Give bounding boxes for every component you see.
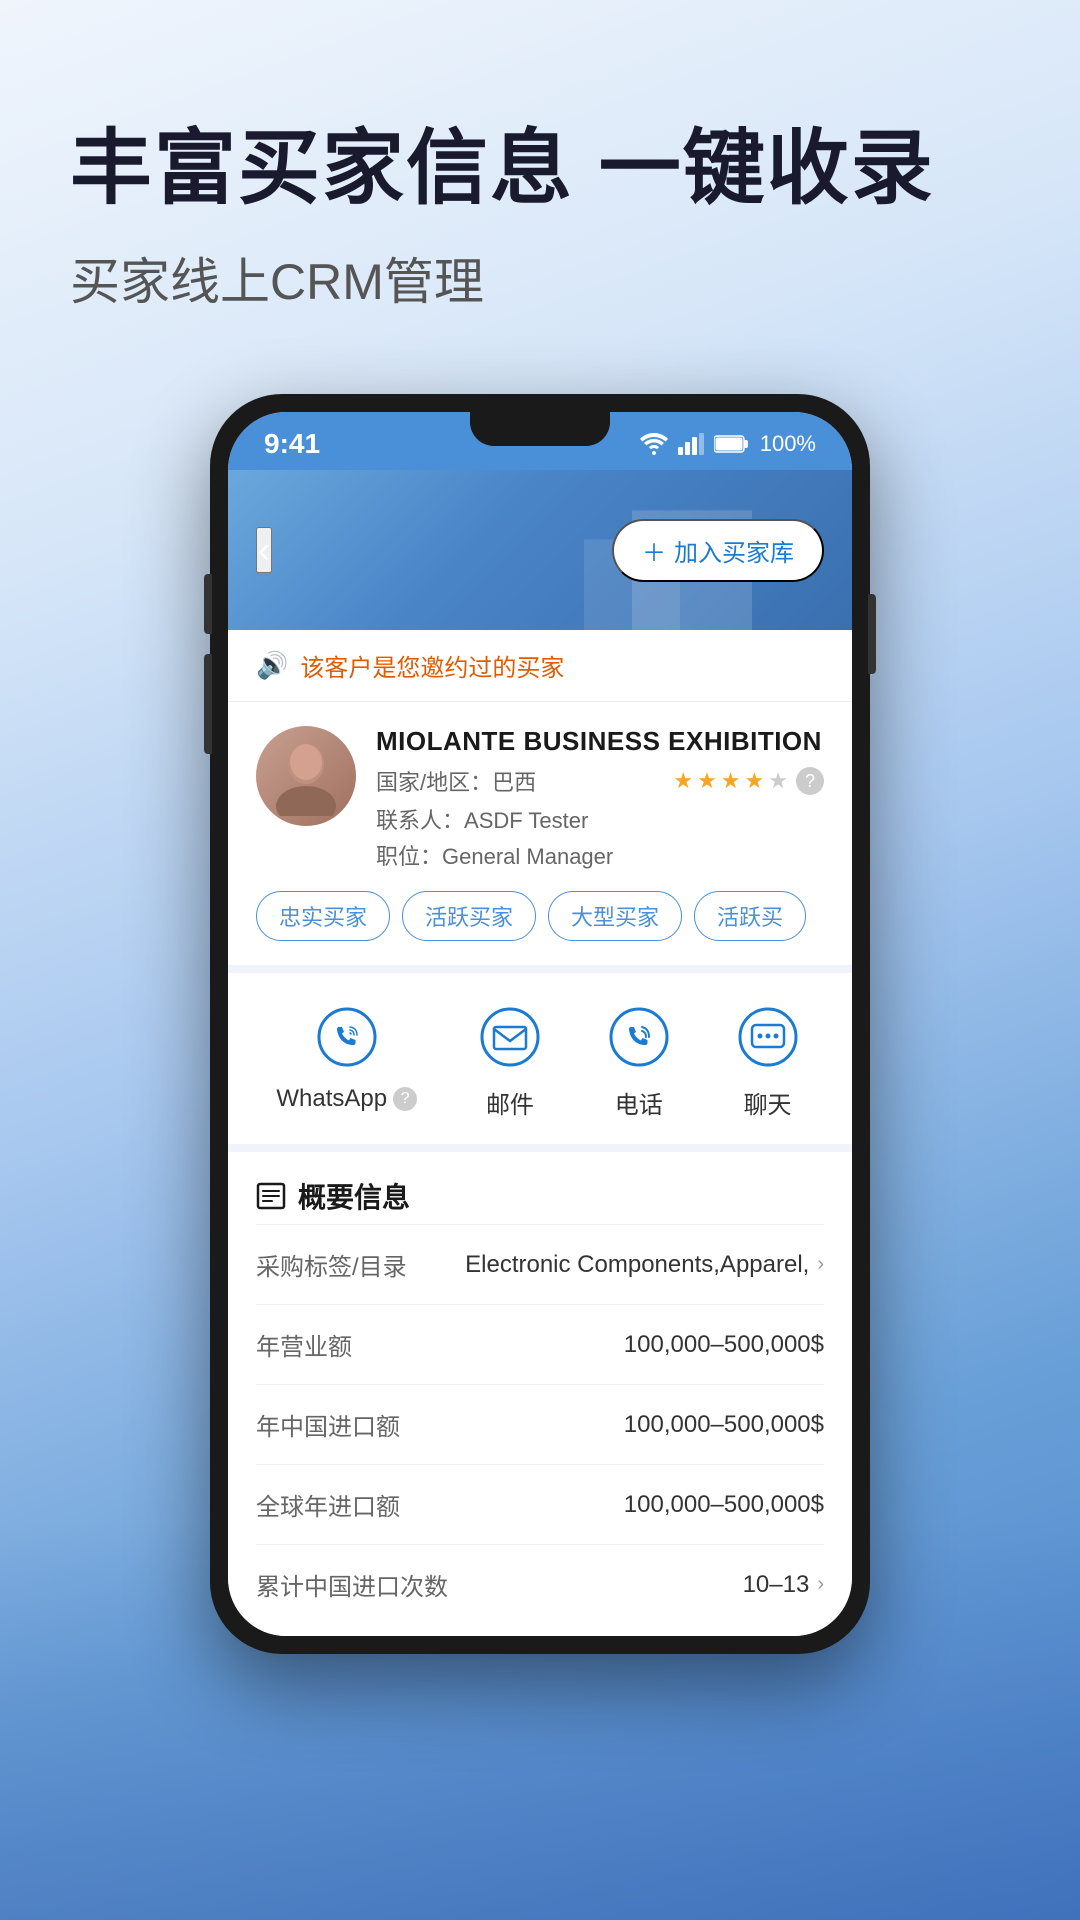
hero-title: 丰富买家信息 一键收录 [70, 120, 1010, 218]
phone-container: 9:41 [0, 394, 1080, 1654]
hero-subtitle: 买家线上CRM管理 [70, 242, 1010, 314]
import-count-value-text: 10–13 [743, 1571, 810, 1599]
phone-power-button [868, 594, 876, 674]
email-action-button[interactable]: 邮件 [474, 1001, 546, 1120]
revenue-label: 年营业额 [256, 1327, 352, 1362]
phone-label-text: 电话 [615, 1085, 663, 1120]
info-row-category[interactable]: 采购标签/目录 Electronic Components,Apparel, › [256, 1224, 824, 1304]
back-button[interactable]: ‹ [256, 527, 272, 573]
info-row-china-import: 年中国进口额 100,000–500,000$ [256, 1384, 824, 1464]
global-import-value: 100,000–500,000$ [624, 1491, 824, 1519]
global-import-label: 全球年进口额 [256, 1487, 400, 1522]
phone-volume-up-button [204, 574, 212, 634]
phone-label: 电话 [615, 1085, 663, 1120]
phone-notch [470, 412, 610, 446]
signal-icon [678, 433, 704, 455]
info-row-import-count[interactable]: 累计中国进口次数 10–13 › [256, 1544, 824, 1624]
info-section-title: 概要信息 [256, 1176, 824, 1216]
add-to-buyer-library-button[interactable]: ＋ 加入买家库 [612, 519, 824, 582]
category-value: Electronic Components,Apparel, › [465, 1251, 824, 1279]
stars-row: ★ ★ ★ ★ ★ ? [673, 767, 824, 795]
country-row: 国家/地区：巴西 ★ ★ ★ ★ ★ ? [376, 765, 824, 797]
alert-speaker-icon: 🔊 [256, 650, 288, 681]
info-row-global-import: 全球年进口额 100,000–500,000$ [256, 1464, 824, 1544]
chat-label: 聊天 [744, 1085, 792, 1120]
action-bar: WhatsApp ? 邮件 [228, 973, 852, 1152]
status-time: 9:41 [264, 428, 320, 460]
chat-icon [732, 1001, 804, 1073]
info-section: 概要信息 采购标签/目录 Electronic Components,Appar… [228, 1152, 852, 1636]
contact-text: 联系人：ASDF Tester [376, 803, 824, 835]
country-text: 国家/地区：巴西 [376, 765, 536, 797]
wifi-icon [640, 433, 668, 455]
category-label: 采购标签/目录 [256, 1247, 407, 1282]
chat-label-text: 聊天 [744, 1085, 792, 1120]
tag-large: 大型买家 [548, 891, 682, 941]
add-button-label: 加入买家库 [674, 533, 794, 568]
position-label: 职位： [376, 844, 442, 869]
info-row-revenue: 年营业额 100,000–500,000$ [256, 1304, 824, 1384]
country-label: 国家/地区： [376, 770, 492, 795]
china-import-value: 100,000–500,000$ [624, 1411, 824, 1439]
star-4: ★ [745, 768, 765, 794]
email-label-text: 邮件 [486, 1085, 534, 1120]
whatsapp-label: WhatsApp ? [276, 1085, 417, 1113]
email-label: 邮件 [486, 1085, 534, 1120]
battery-icon [714, 434, 750, 454]
alert-text: 该客户是您邀约过的买家 [300, 648, 564, 683]
company-card: MIOLANTE BUSINESS EXHIBITION 国家/地区：巴西 ★ … [228, 702, 852, 973]
star-5-empty: ★ [768, 768, 788, 794]
whatsapp-help-icon[interactable]: ? [393, 1087, 417, 1111]
china-import-label: 年中国进口额 [256, 1407, 400, 1442]
revenue-value: 100,000–500,000$ [624, 1331, 824, 1359]
info-section-title-text: 概要信息 [298, 1176, 410, 1216]
phone-call-icon [603, 1001, 675, 1073]
country-value: 巴西 [492, 770, 536, 795]
company-info: MIOLANTE BUSINESS EXHIBITION 国家/地区：巴西 ★ … [376, 726, 824, 871]
status-icons: 100% [640, 431, 816, 457]
info-section-icon [256, 1182, 286, 1210]
whatsapp-label-text: WhatsApp [276, 1085, 387, 1113]
avatar [256, 726, 356, 826]
contact-value: ASDF Tester [464, 808, 588, 833]
hero-section: 丰富买家信息 一键收录 买家线上CRM管理 [0, 0, 1080, 374]
add-plus-icon: ＋ [642, 533, 666, 568]
star-3: ★ [721, 768, 741, 794]
phone-action-button[interactable]: 电话 [603, 1001, 675, 1120]
company-name: MIOLANTE BUSINESS EXHIBITION [376, 726, 824, 757]
category-chevron-icon: › [817, 1253, 824, 1276]
email-icon [474, 1001, 546, 1073]
battery-percentage: 100% [760, 431, 816, 457]
whatsapp-action-button[interactable]: WhatsApp ? [276, 1001, 417, 1120]
alert-banner: 🔊 该客户是您邀约过的买家 [228, 630, 852, 702]
header-overlay: ‹ ＋ 加入买家库 [228, 470, 852, 630]
tags-row: 忠实买家 活跃买家 大型买家 活跃买 [256, 891, 824, 941]
phone-mockup: 9:41 [210, 394, 870, 1654]
tag-loyal: 忠实买家 [256, 891, 390, 941]
screen-header: ‹ ＋ 加入买家库 [228, 470, 852, 630]
star-1: ★ [673, 768, 693, 794]
tag-active: 活跃买家 [402, 891, 536, 941]
position-text: 职位：General Manager [376, 839, 824, 871]
rating-help-icon[interactable]: ? [796, 767, 824, 795]
import-count-value: 10–13 › [743, 1571, 824, 1599]
whatsapp-icon [311, 1001, 383, 1073]
phone-volume-down-button [204, 654, 212, 754]
company-header: MIOLANTE BUSINESS EXHIBITION 国家/地区：巴西 ★ … [256, 726, 824, 871]
import-count-chevron-icon: › [817, 1573, 824, 1596]
position-value: General Manager [442, 844, 613, 869]
tag-active2: 活跃买 [694, 891, 806, 941]
contact-label: 联系人： [376, 808, 464, 833]
chat-action-button[interactable]: 聊天 [732, 1001, 804, 1120]
category-value-text: Electronic Components,Apparel, [465, 1251, 809, 1279]
star-2: ★ [697, 768, 717, 794]
phone-screen: 9:41 [228, 412, 852, 1636]
import-count-label: 累计中国进口次数 [256, 1567, 448, 1602]
